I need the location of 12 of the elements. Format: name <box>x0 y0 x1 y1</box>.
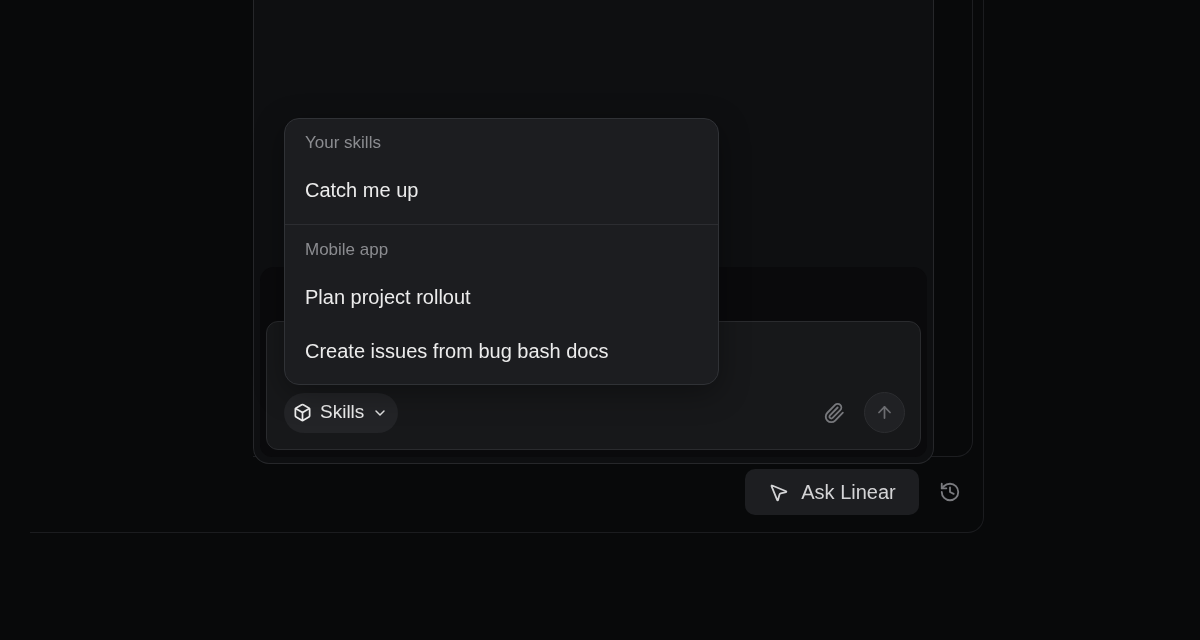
paperclip-icon[interactable] <box>823 401 845 424</box>
cube-icon <box>293 403 312 422</box>
menu-item[interactable]: Plan project rollout <box>285 270 718 324</box>
ask-linear-button[interactable]: Ask Linear <box>745 469 919 515</box>
menu-item[interactable]: Catch me up <box>285 163 718 217</box>
send-button[interactable] <box>864 392 905 433</box>
menu-section-heading: Mobile app <box>304 239 390 261</box>
menu-section-heading: Your skills <box>304 132 382 154</box>
menu-item[interactable]: Create issues from bug bash docs <box>285 324 718 378</box>
skills-button[interactable]: Skills <box>284 392 399 433</box>
history-icon[interactable] <box>939 481 961 503</box>
arrow-up-icon <box>875 403 894 422</box>
